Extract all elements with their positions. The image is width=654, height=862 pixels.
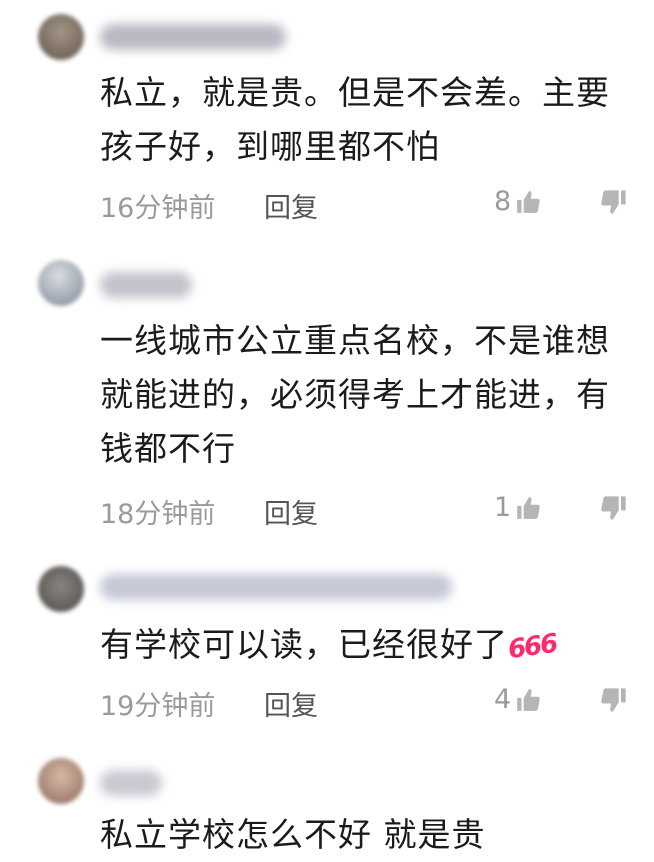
like-button[interactable]: 8 bbox=[494, 186, 541, 217]
thumbs-up-icon bbox=[517, 688, 540, 711]
like-button[interactable]: 1 bbox=[494, 492, 541, 523]
like-button[interactable]: 4 bbox=[494, 684, 541, 715]
comment-text-line: 就能进的，必须得考上才能进，有 bbox=[100, 375, 610, 414]
thumbs-up-icon bbox=[517, 190, 540, 213]
thumbs-down-icon[interactable] bbox=[600, 686, 628, 714]
username-blurred[interactable] bbox=[100, 24, 286, 50]
comment-timestamp: 19分钟前 bbox=[100, 691, 216, 722]
comment-text: 一线城市公立重点名校，不是谁想 就能进的，必须得考上才能进，有 钱都不行 bbox=[100, 314, 640, 476]
thumbs-down-icon[interactable] bbox=[600, 188, 628, 216]
reply-button[interactable]: 回复 bbox=[264, 186, 318, 225]
reply-button[interactable]: 回复 bbox=[264, 492, 318, 531]
like-count: 1 bbox=[494, 492, 512, 523]
avatar[interactable] bbox=[38, 566, 84, 612]
comment-timestamp: 16分钟前 bbox=[100, 193, 216, 224]
avatar[interactable] bbox=[38, 758, 84, 804]
username-blurred[interactable] bbox=[100, 770, 162, 796]
comment-text-line: 孩子好，到哪里都不怕 bbox=[100, 127, 440, 166]
reply-button[interactable]: 回复 bbox=[264, 684, 318, 723]
comment-text-segment: 有学校可以读，已经很好了 bbox=[100, 625, 508, 664]
thumbs-up-icon bbox=[517, 496, 540, 519]
username-blurred[interactable] bbox=[100, 574, 452, 600]
comment-text-line: 私立学校怎么不好 就是贵 bbox=[100, 815, 486, 854]
comment-text: 有学校可以读，已经很好了666 bbox=[100, 618, 640, 674]
username-blurred[interactable] bbox=[100, 272, 192, 298]
comment-text-line: 私立，就是贵。但是不会差。主要 bbox=[100, 73, 610, 112]
avatar[interactable] bbox=[38, 14, 84, 60]
avatar[interactable] bbox=[38, 260, 84, 306]
like-count: 4 bbox=[494, 684, 512, 715]
thumbs-down-icon[interactable] bbox=[600, 494, 628, 522]
comment-text-line: 有学校可以读，已经很好了666 bbox=[100, 618, 640, 674]
like-count: 8 bbox=[494, 186, 512, 217]
comment-text-line: 钱都不行 bbox=[100, 429, 236, 468]
emoji-666: 666 bbox=[506, 628, 559, 665]
comment-text: 私立学校怎么不好 就是贵 bbox=[100, 808, 640, 862]
comment-text: 私立，就是贵。但是不会差。主要 孩子好，到哪里都不怕 bbox=[100, 66, 640, 174]
comment-text-line: 一线城市公立重点名校，不是谁想 bbox=[100, 321, 610, 360]
comment-timestamp: 18分钟前 bbox=[100, 499, 216, 530]
